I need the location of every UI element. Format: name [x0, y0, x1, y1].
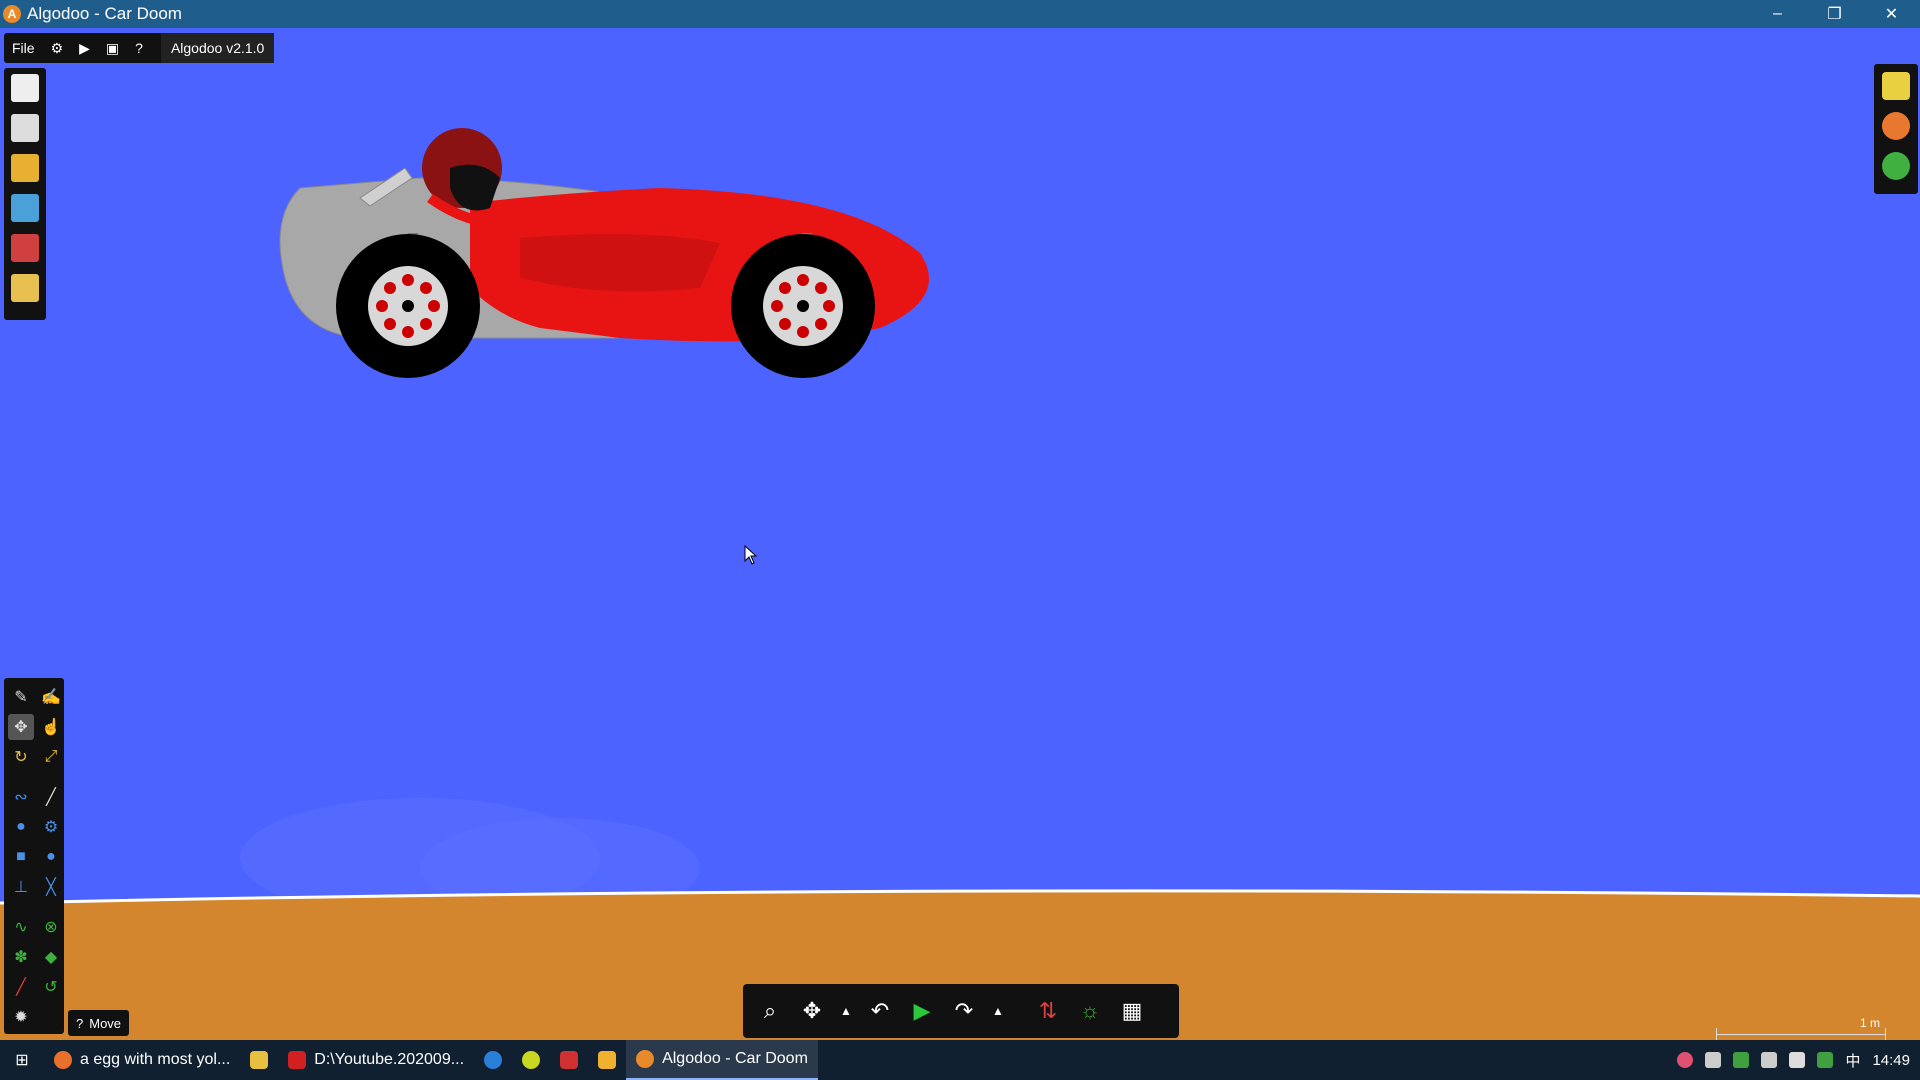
chat-icon: [522, 1051, 541, 1069]
algodoo-icon: A: [3, 5, 21, 23]
task-firefox[interactable]: a egg with most yol...: [44, 1040, 240, 1080]
collection-icon[interactable]: [1882, 152, 1910, 180]
algodoo-icon: [636, 1050, 655, 1068]
export-icon[interactable]: [11, 234, 39, 262]
wifi-icon[interactable]: [1705, 1052, 1722, 1068]
scene-graphics: [0, 128, 1920, 1040]
open-folder-icon[interactable]: [11, 154, 39, 182]
redo-icon[interactable]: ↷: [947, 994, 981, 1028]
knife-icon[interactable]: ╱: [38, 784, 64, 810]
fixate-icon[interactable]: ⊥: [8, 874, 34, 900]
edge-icon: [484, 1051, 503, 1069]
up-arrow-icon-2[interactable]: ▲: [989, 994, 1007, 1028]
box-icon[interactable]: ■: [8, 844, 34, 870]
new-scene-icon[interactable]: [11, 74, 39, 102]
active-tool-label: ? Move: [68, 1010, 130, 1036]
active-tool-name: Move: [89, 1015, 122, 1031]
task-note[interactable]: [588, 1040, 626, 1080]
mouse-cursor-icon: [744, 545, 758, 565]
hinge-icon[interactable]: ●: [8, 814, 34, 840]
rope-icon[interactable]: ∾: [8, 784, 34, 810]
chain-icon[interactable]: ↺: [38, 974, 64, 1000]
input-language[interactable]: 中: [1845, 1050, 1860, 1071]
undo-icon[interactable]: ↶: [863, 994, 897, 1028]
grid-icon[interactable]: ▦: [1115, 994, 1149, 1028]
play-screen-icon[interactable]: ▶: [71, 33, 98, 63]
flower-icon[interactable]: [1677, 1052, 1694, 1068]
pdf-icon: [288, 1051, 307, 1069]
restore-icon[interactable]: ❐: [1806, 0, 1863, 28]
firefox-icon: [54, 1051, 72, 1069]
scene-canvas[interactable]: 1 m: [0, 28, 1920, 1040]
play-icon[interactable]: ▶: [905, 994, 939, 1028]
task-label: D:\Youtube.202009...: [314, 1051, 465, 1068]
sketch-icon[interactable]: ✎: [8, 684, 34, 710]
tool-panel: ✎ ✍ ✥ ☝ ↻ ⤢ ∾ ╱ ● ⚙ ■ ● ⊥ ╳ ∿ ⊗ ✽ ◆ ╱ ↺ …: [4, 678, 64, 1034]
task-file-explorer[interactable]: [240, 1040, 278, 1080]
race-car: [279, 128, 929, 378]
pan-icon[interactable]: ✥: [795, 994, 829, 1028]
help-icon[interactable]: ?: [76, 1016, 83, 1031]
file-explorer-icon: [250, 1051, 269, 1069]
scale-indicator: 1 m: [1716, 1016, 1886, 1040]
system-tray: 中 14:49: [1677, 1040, 1910, 1080]
scale-icon[interactable]: ⤢: [38, 744, 64, 770]
front-wheel: [731, 234, 875, 378]
file-toolbar: [4, 68, 46, 320]
pen-icon[interactable]: ╱: [8, 974, 34, 1000]
title-bar: A Algodoo - Car Doom – ❐ ✕: [0, 0, 1920, 28]
battery-icon[interactable]: [1789, 1052, 1806, 1068]
volume-icon[interactable]: [1761, 1052, 1778, 1068]
taskbar: ⊞ a egg with most yol... D:\Youtube.2020…: [0, 1040, 1920, 1080]
brush-icon[interactable]: ✍: [38, 684, 64, 710]
scale-label: 1 m: [1859, 1016, 1880, 1030]
task-office[interactable]: [550, 1040, 588, 1080]
algobox-icon[interactable]: [11, 194, 39, 222]
right-panel: [1874, 64, 1918, 194]
axle-icon[interactable]: ⊗: [38, 914, 64, 940]
task-edge[interactable]: [474, 1040, 512, 1080]
air-icon[interactable]: ☼: [1073, 994, 1107, 1028]
task-label: a egg with most yol...: [80, 1051, 231, 1068]
clock[interactable]: 14:49: [1872, 1052, 1910, 1069]
laser-icon[interactable]: ◆: [38, 944, 64, 970]
minimize-icon[interactable]: –: [1749, 0, 1806, 28]
palette-icon[interactable]: [1882, 112, 1910, 140]
zoom-icon[interactable]: ⌕: [753, 994, 787, 1028]
office-icon: [560, 1051, 579, 1069]
note-icon: [598, 1051, 617, 1069]
version-label: Algodoo v2.1.0: [160, 33, 275, 63]
gravity-icon[interactable]: ⇅: [1031, 994, 1065, 1028]
bottom-toolbar: ⌕ ✥ ▲ ↶ ▶ ↷ ▲ ⇅ ☼ ▦: [743, 984, 1179, 1038]
windows-start-icon[interactable]: ⊞: [0, 1040, 44, 1080]
rotate-icon[interactable]: ↻: [8, 744, 34, 770]
task-chat[interactable]: [512, 1040, 550, 1080]
task-algodoo[interactable]: Algodoo - Car Doom: [626, 1040, 818, 1080]
app-tray-icon[interactable]: [1733, 1052, 1750, 1068]
circle-icon[interactable]: ●: [38, 844, 64, 870]
window-controls: – ❐ ✕: [1749, 0, 1920, 28]
top-menu: File ⚙ ▶ ▣ ? Algodoo v2.1.0: [4, 33, 275, 63]
close-icon[interactable]: ✕: [1863, 0, 1920, 28]
tracer-icon[interactable]: ╳: [38, 874, 64, 900]
rear-wheel: [336, 234, 480, 378]
spring-icon[interactable]: ∿: [8, 914, 34, 940]
file-menu[interactable]: File: [4, 33, 43, 63]
new-box-icon[interactable]: [11, 114, 39, 142]
task-pdf[interactable]: D:\Youtube.202009...: [278, 1040, 474, 1080]
window-title: Algodoo - Car Doom: [27, 4, 182, 23]
thruster-icon[interactable]: ✽: [8, 944, 34, 970]
task-label: Algodoo - Car Doom: [662, 1050, 808, 1067]
nvidia-icon[interactable]: [1817, 1052, 1834, 1068]
gear-icon[interactable]: ⚙: [43, 33, 72, 63]
layers-icon[interactable]: [1882, 72, 1910, 100]
move-icon[interactable]: ✥: [8, 714, 34, 740]
gear-icon[interactable]: ⚙: [38, 814, 64, 840]
drag-icon[interactable]: ☝: [38, 714, 64, 740]
import-icon[interactable]: [11, 274, 39, 302]
zoom-tool-icon[interactable]: ✹: [8, 1004, 34, 1030]
up-arrow-icon[interactable]: ▲: [837, 994, 855, 1028]
window-icon[interactable]: ▣: [98, 33, 127, 63]
help-icon[interactable]: ?: [127, 33, 151, 63]
